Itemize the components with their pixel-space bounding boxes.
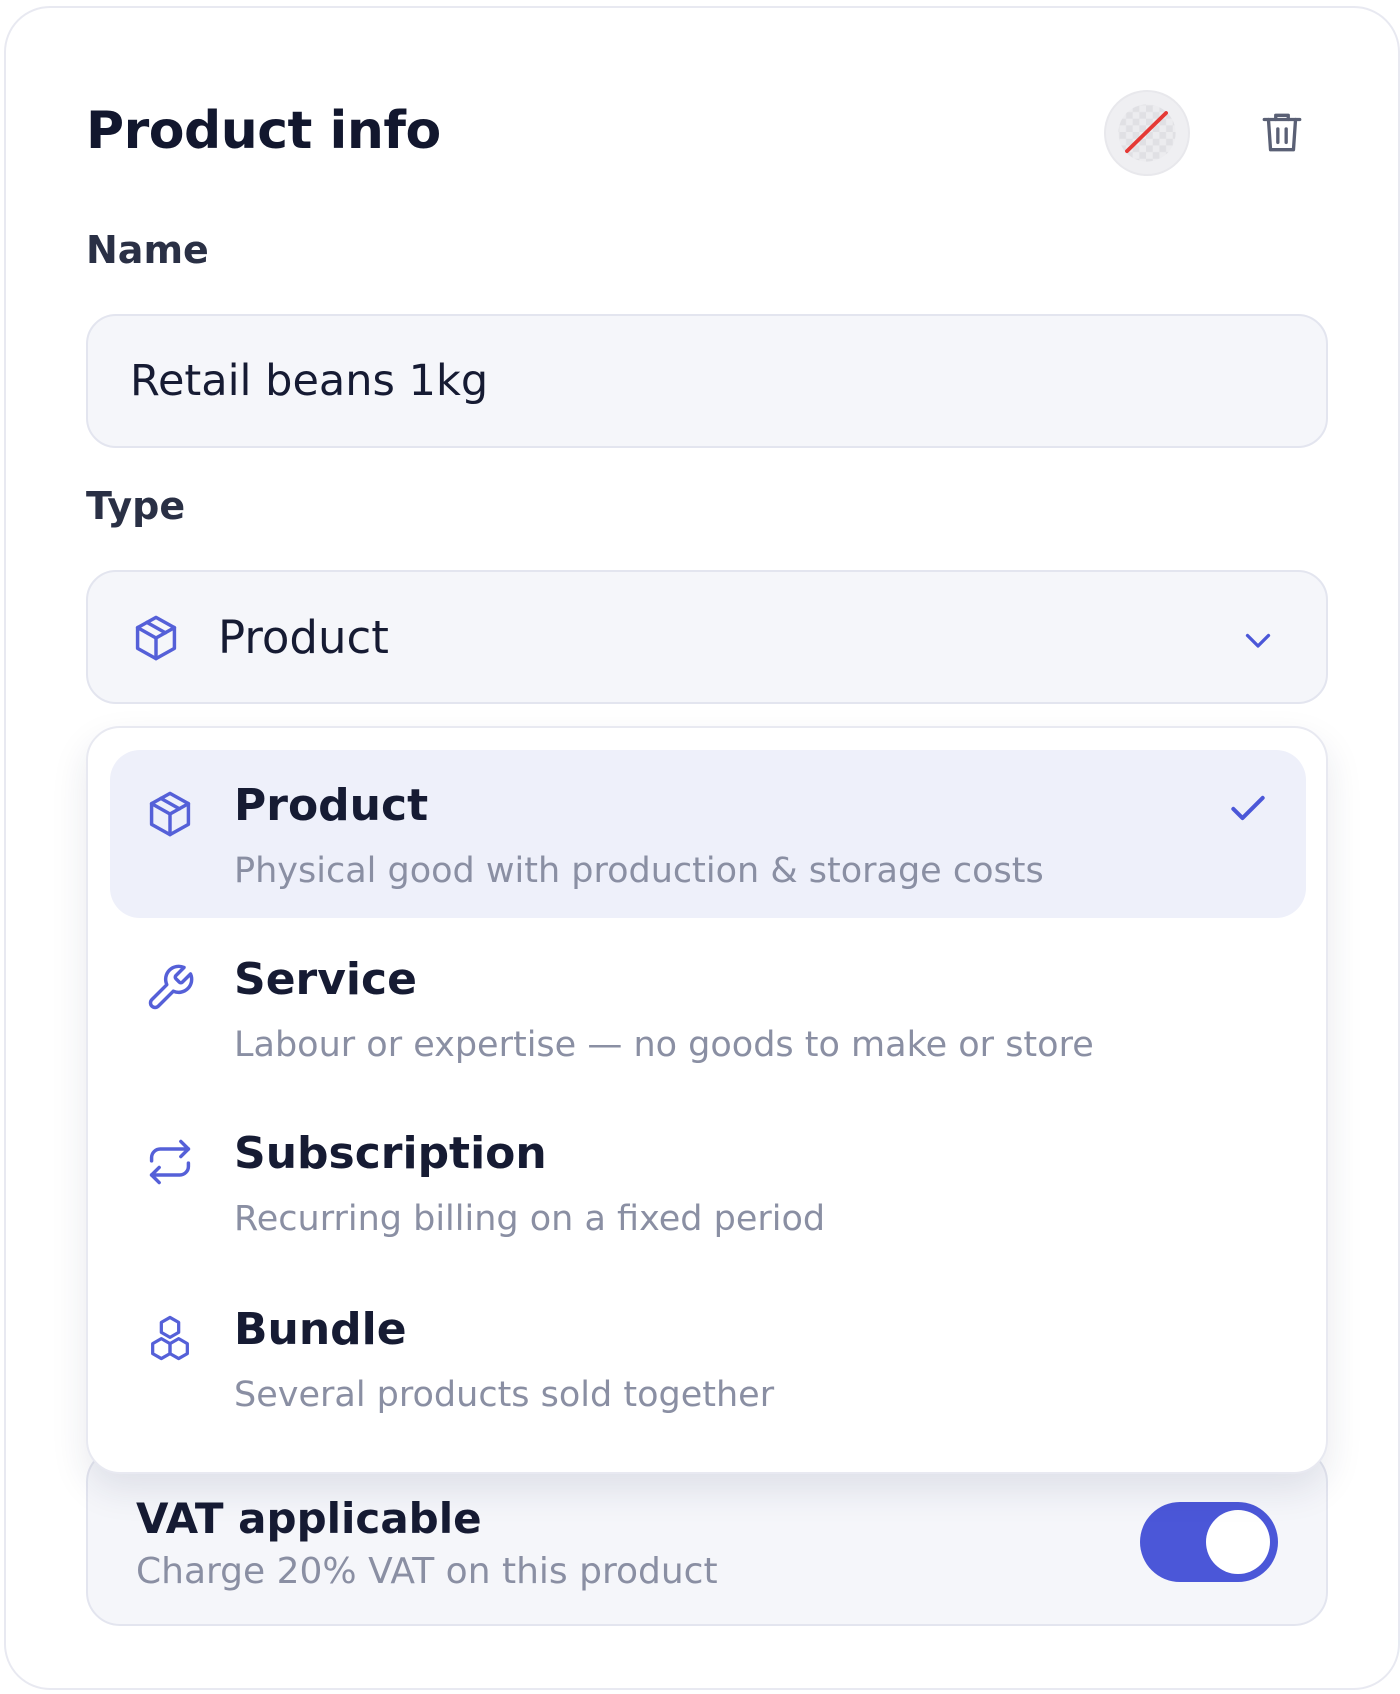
product-info-card: Product info Name Type (4, 6, 1400, 1690)
option-title: Subscription (234, 1128, 547, 1179)
vat-description: Charge 20% VAT on this product (136, 1551, 718, 1592)
bundle-icon (151, 1315, 189, 1361)
vat-setting-row: VAT applicable Charge 20% VAT on this pr… (86, 1448, 1328, 1626)
color-picker-button[interactable] (1104, 90, 1190, 176)
option-description: Several products sold together (234, 1375, 775, 1415)
type-select-value: Product (218, 610, 389, 664)
chevron-down-icon (1245, 633, 1271, 648)
vat-toggle[interactable] (1140, 1502, 1278, 1582)
option-description: Physical good with production & storage … (234, 851, 1044, 891)
option-title: Bundle (234, 1304, 407, 1355)
name-label: Name (86, 228, 209, 272)
trash-icon (1262, 113, 1302, 152)
name-input[interactable] (86, 314, 1328, 448)
box-icon (149, 791, 191, 837)
type-option-product[interactable]: Product Physical good with production & … (110, 750, 1306, 918)
box-icon (135, 615, 177, 661)
type-option-subscription[interactable]: Subscription Recurring billing on a fixe… (110, 1098, 1306, 1266)
type-label: Type (86, 484, 186, 528)
type-option-bundle[interactable]: Bundle Several products sold together (110, 1274, 1306, 1442)
type-dropdown-menu: Product Physical good with production & … (86, 726, 1328, 1474)
vat-title: VAT applicable (136, 1494, 482, 1543)
repeat-icon (149, 1139, 191, 1185)
check-icon (1231, 795, 1265, 821)
option-description: Recurring billing on a fixed period (234, 1199, 826, 1239)
option-title: Service (234, 954, 417, 1005)
page-title: Product info (86, 101, 441, 161)
type-select[interactable]: Product (86, 570, 1328, 704)
delete-button[interactable] (1246, 96, 1318, 168)
no-color-icon (1118, 104, 1176, 162)
option-description: Labour or expertise — no goods to make o… (234, 1025, 1094, 1065)
wrench-icon (148, 964, 194, 1010)
type-option-service[interactable]: Service Labour or expertise — no goods t… (110, 924, 1306, 1092)
toggle-knob (1206, 1510, 1270, 1574)
option-title: Product (234, 780, 429, 831)
